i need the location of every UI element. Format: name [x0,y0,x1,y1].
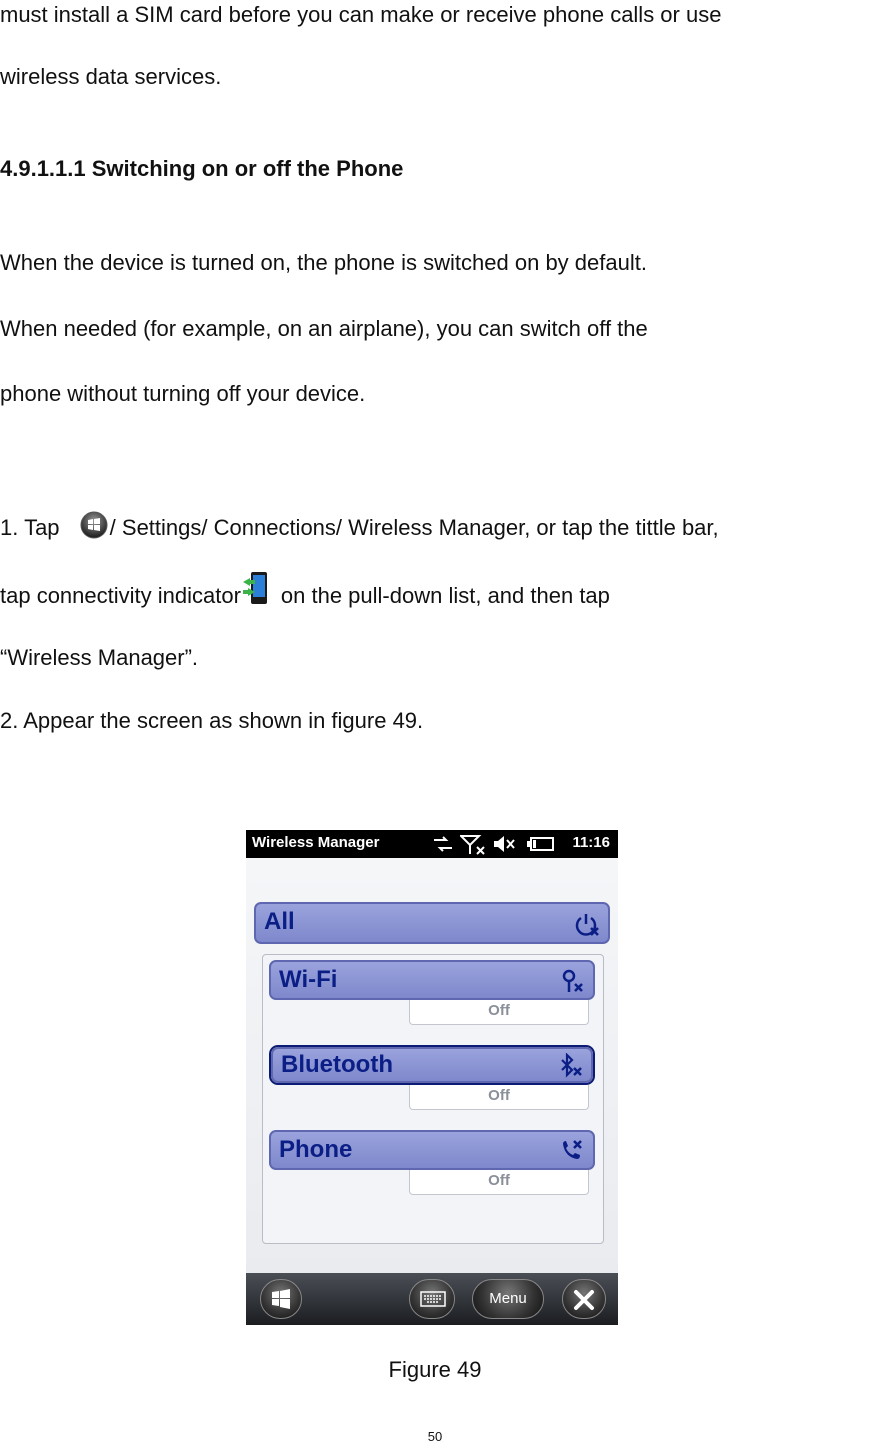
step-1-line-2: tap connectivity indicator on the pull-d… [0,572,610,616]
body-text: When the device is turned on, the phone … [0,250,647,275]
clock[interactable]: 11:16 [572,834,610,851]
body-text: wireless data services. [0,64,222,89]
step-text: tap connectivity indicator [0,582,241,608]
keyboard-button[interactable] [409,1279,455,1319]
keyboard-icon [420,1291,446,1307]
menu-button[interactable]: Menu [472,1279,544,1319]
wireless-manager-content: All Wi-Fi Off Bluetooth Off Phone Off [246,858,618,1273]
bluetooth-off-icon [557,1052,583,1084]
battery-icon[interactable] [526,835,556,858]
phone-off-icon [559,1138,585,1169]
body-text: 2. Appear the screen as shown in figure … [0,708,424,733]
body-text: “Wireless Manager”. [0,645,199,670]
step-text: 1. Tap [0,514,60,540]
menu-label: Menu [489,1290,527,1307]
app-title[interactable]: Wireless Manager [252,834,379,851]
wifi-label: Wi-Fi [279,966,338,993]
windows-logo-icon [272,1289,290,1309]
phone-toggle-button[interactable]: Phone [269,1130,595,1170]
step-text: on the pull-down list, and then tap [280,582,610,608]
status-bar: Wireless Manager 11:16 [246,830,618,858]
figure-caption: Figure 49 [388,1357,482,1382]
signal-off-icon[interactable] [458,835,486,860]
page-number: 50 [427,1429,443,1444]
wifi-off-icon [559,968,585,999]
connectivity-indicator-icon [241,570,271,616]
connectivity-icon[interactable] [432,835,454,858]
bluetooth-toggle-button[interactable]: Bluetooth [271,1047,593,1083]
all-label: All [264,908,295,935]
body-text: phone without turning off your device. [0,381,366,406]
close-icon [574,1290,594,1310]
phone-state[interactable]: Off [409,1170,589,1195]
power-off-icon [574,912,600,943]
soft-key-bar: Menu [246,1273,618,1325]
wireless-manager-screenshot: Wireless Manager 11:16 All Wi-Fi Off Blu… [246,830,618,1325]
body-text: must install a SIM card before you can m… [0,2,722,27]
start-button[interactable] [260,1279,302,1319]
step-text: / Settings/ Connections/ Wireless Manage… [109,514,719,540]
windows-start-icon [80,511,108,547]
volume-muted-icon[interactable] [492,835,516,858]
bluetooth-state[interactable]: Off [409,1085,589,1110]
body-text: When needed (for example, on an airplane… [0,316,648,341]
step-1-line-1: 1. Tap / Settings/ Connections/ Wireless… [0,511,719,547]
phone-label: Phone [279,1136,353,1163]
close-button[interactable] [562,1279,606,1319]
section-heading: 4.9.1.1.1 Switching on or off the Phone [0,156,404,181]
wifi-toggle-button[interactable]: Wi-Fi [269,960,595,1000]
bluetooth-label: Bluetooth [281,1051,393,1078]
all-toggle-button[interactable]: All [254,902,610,944]
wifi-state[interactable]: Off [409,1000,589,1025]
